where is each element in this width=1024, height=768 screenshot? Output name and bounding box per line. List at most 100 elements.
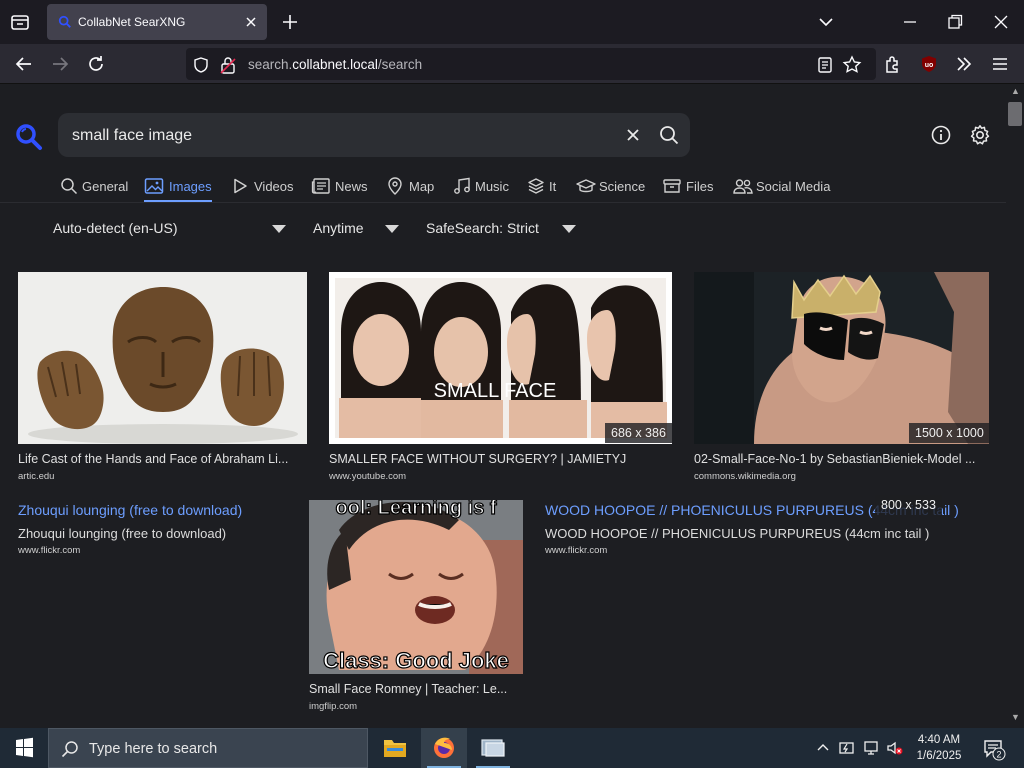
- back-arrow-icon[interactable]: [13, 53, 35, 75]
- new-tab-icon[interactable]: [280, 12, 300, 32]
- show-hidden-icons-chevron-icon[interactable]: [814, 739, 832, 757]
- image-result[interactable]: SMALL FACE 686 x 386 SMALLER FACE WITHOU…: [329, 272, 672, 484]
- image-result[interactable]: WOOD HOOPOE // PHOENICULUS PURPUREUS (44…: [545, 495, 965, 560]
- tab-videos[interactable]: Videos: [232, 176, 294, 204]
- action-center-notification-icon[interactable]: 2: [982, 737, 1006, 761]
- page-scrollbar[interactable]: ▲ ▼: [1006, 84, 1024, 728]
- list-all-tabs-icon[interactable]: [816, 12, 836, 32]
- tab-map[interactable]: Map: [387, 176, 437, 204]
- dropdown-caret-icon: [385, 225, 399, 233]
- taskbar-firefox[interactable]: [421, 728, 467, 768]
- result-alt-text: WOOD HOOPOE // PHOENICULUS PURPUREUS (44…: [545, 526, 930, 541]
- face-photo-2: [421, 282, 503, 438]
- time-range-select[interactable]: Anytime: [313, 220, 399, 240]
- browser-tab-bar: CollabNet SearXNG: [0, 0, 1024, 44]
- close-window-icon[interactable]: [991, 12, 1011, 32]
- tab-list-icon[interactable]: [8, 10, 32, 34]
- tab-label: It: [549, 179, 557, 194]
- battery-charging-icon[interactable]: [838, 739, 856, 757]
- result-source: www.youtube.com: [329, 471, 407, 482]
- url-text: search.collabnet.local/search: [248, 57, 422, 72]
- taskbar-app-window[interactable]: [470, 728, 516, 768]
- dropdown-caret-icon: [562, 225, 576, 233]
- image-result[interactable]: Life Cast of the Hands and Face of Abrah…: [18, 272, 307, 484]
- result-source: www.flickr.com: [545, 545, 608, 556]
- tracking-protection-shield-icon[interactable]: [192, 56, 210, 74]
- volume-muted-icon[interactable]: [886, 739, 904, 757]
- scroll-down-arrow-icon[interactable]: ▼: [1011, 712, 1020, 722]
- scrollbar-thumb[interactable]: [1008, 102, 1022, 126]
- image-result[interactable]: Zhouqui lounging (free to download) Zhou…: [18, 500, 288, 560]
- search-icon: [61, 178, 78, 195]
- image-resolution-badge: 1500 x 1000: [909, 423, 990, 443]
- tab-label: Videos: [254, 179, 294, 194]
- header-divider: [0, 202, 1006, 203]
- preferences-gear-icon[interactable]: [968, 123, 992, 147]
- svg-text:uo: uo: [925, 62, 934, 69]
- tab-music[interactable]: Music: [453, 176, 511, 204]
- taskbar-search-box[interactable]: Type here to search: [48, 728, 368, 768]
- tab-it[interactable]: It: [527, 176, 559, 204]
- taskbar-clock[interactable]: 4:40 AM 1/6/2025: [906, 732, 972, 764]
- result-thumbnail[interactable]: [694, 272, 989, 444]
- map-pin-icon: [388, 177, 402, 195]
- result-thumbnail[interactable]: ool: Learning is f Class: Good Joke: [309, 500, 523, 674]
- address-bar[interactable]: search.collabnet.local/search: [186, 48, 876, 80]
- language-select[interactable]: Auto-detect (en-US): [53, 220, 289, 240]
- safesearch-select[interactable]: SafeSearch: Strict: [426, 220, 578, 240]
- result-title[interactable]: SMALLER FACE WITHOUT SURGERY? | JAMIETYJ: [329, 452, 672, 466]
- result-title[interactable]: 02-Small-Face-No-1 by SebastianBieniek-M…: [694, 452, 989, 466]
- windows-start-icon[interactable]: [0, 728, 48, 768]
- safesearch-select-value: SafeSearch: Strict: [426, 220, 539, 236]
- image-result[interactable]: 1500 x 1000 02-Small-Face-No-1 by Sebast…: [694, 272, 990, 484]
- play-icon: [234, 178, 247, 194]
- tab-general[interactable]: General: [60, 176, 128, 204]
- tab-images[interactable]: Images: [144, 176, 212, 204]
- dropdown-caret-icon: [272, 225, 286, 233]
- info-icon[interactable]: [930, 124, 952, 146]
- search-input[interactable]: small face image: [72, 127, 192, 145]
- tab-label: Music: [475, 179, 509, 194]
- tab-label: News: [335, 179, 368, 194]
- result-title[interactable]: Small Face Romney | Teacher: Le...: [309, 682, 523, 696]
- clock-date: 1/6/2025: [916, 750, 962, 762]
- reader-view-icon[interactable]: [816, 56, 834, 74]
- restore-window-icon[interactable]: [945, 12, 965, 32]
- active-tab[interactable]: CollabNet SearXNG: [47, 4, 267, 40]
- result-title-link[interactable]: Zhouqui lounging (free to download): [18, 502, 242, 518]
- folder-icon: [384, 740, 406, 757]
- tab-science[interactable]: Science: [575, 176, 645, 204]
- newspaper-icon: [311, 178, 330, 194]
- network-ethernet-icon[interactable]: [862, 739, 880, 757]
- archive-icon: [663, 179, 681, 193]
- search-submit-icon[interactable]: [658, 124, 680, 146]
- tab-label: Social Media: [756, 179, 831, 194]
- bookmark-star-icon[interactable]: [842, 55, 862, 75]
- result-thumbnail[interactable]: [18, 272, 307, 444]
- result-thumbnail[interactable]: SMALL FACE: [329, 272, 672, 444]
- language-select-value: Auto-detect (en-US): [53, 220, 178, 236]
- tab-social-media[interactable]: Social Media: [732, 176, 830, 204]
- clock-time: 4:40 AM: [917, 734, 961, 746]
- searxng-logo-icon[interactable]: [14, 122, 44, 152]
- reload-icon[interactable]: [85, 53, 107, 75]
- extensions-puzzle-icon[interactable]: [882, 53, 904, 75]
- tab-files[interactable]: Files: [662, 176, 716, 204]
- screen: CollabNet SearXNG search.collabnet.local…: [0, 0, 1024, 768]
- insecure-lock-icon[interactable]: [220, 56, 236, 74]
- tab-label: Images: [169, 179, 212, 194]
- image-resolution-badge: 800 x 533: [875, 495, 942, 515]
- close-tab-icon[interactable]: [243, 14, 259, 30]
- scroll-up-arrow-icon[interactable]: ▲: [1011, 86, 1020, 96]
- more-tools-chevron-icon[interactable]: [953, 53, 975, 75]
- clear-search-icon[interactable]: [624, 126, 642, 144]
- time-range-select-value: Anytime: [313, 220, 364, 236]
- minimize-window-icon[interactable]: [900, 12, 920, 32]
- ublock-origin-icon[interactable]: uo: [918, 53, 940, 75]
- hamburger-menu-icon[interactable]: [989, 53, 1011, 75]
- tab-news[interactable]: News: [311, 176, 369, 204]
- forward-arrow-icon[interactable]: [49, 53, 71, 75]
- result-title[interactable]: Life Cast of the Hands and Face of Abrah…: [18, 452, 307, 466]
- taskbar-file-explorer[interactable]: [372, 728, 418, 768]
- image-result[interactable]: ool: Learning is f Class: Good Joke Smal…: [309, 500, 523, 714]
